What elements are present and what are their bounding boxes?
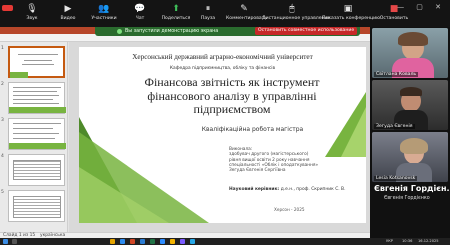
window-controls[interactable]: — ▢ ✕: [397, 3, 446, 11]
slide-thumbnail[interactable]: [8, 118, 66, 150]
slide-green-decoration: [79, 92, 366, 223]
chat-icon: 💬: [134, 4, 146, 14]
powerpoint-icon[interactable]: [130, 239, 135, 244]
sharing-indicator-icon: [117, 29, 122, 34]
zoom-icon[interactable]: [160, 239, 165, 244]
remote-control-icon: 🖱: [289, 4, 295, 14]
word-icon[interactable]: [140, 239, 145, 244]
slide-thumbnail[interactable]: [8, 46, 65, 78]
remote-control-button[interactable]: 🖱 Дистанционное управление: [262, 3, 330, 25]
share-icon: ⬆: [172, 4, 180, 14]
city-year: Херсон - 2025: [274, 207, 305, 212]
supervisor-line: Науковий керівник: д.е.н., проф. Скрипни…: [229, 187, 364, 192]
show-meeting-icon: ▣: [343, 4, 353, 14]
clock-time[interactable]: 10:36: [402, 238, 412, 245]
slide-thumbnail[interactable]: [8, 82, 66, 114]
participant-name: Світлана Коваль: [374, 72, 419, 77]
clock-date[interactable]: 16.12.2025: [418, 238, 439, 245]
participant-name: Lesia Kotsanovsk: [374, 176, 418, 181]
supervisor-value: д.е.н., проф. Скрипник С. В.: [280, 187, 346, 192]
slide-title: Фінансова звітність як інструмент фінанс…: [144, 75, 320, 116]
department-name: Кафедра підприємництва, обліку та фінанс…: [169, 66, 276, 71]
telegram-icon[interactable]: [190, 239, 195, 244]
participant-name: Зегуда Євгенія: [374, 124, 415, 129]
keyboard-language[interactable]: УКР: [386, 238, 393, 245]
annotate-icon: ✎: [240, 4, 248, 14]
performer-line: Зегуда Євгенія Сергіївна: [229, 168, 286, 174]
zoom-screen-share-window: 🎙 Звук ▶ Видео 👥 Участники 💬 Чат ⬆ Подел…: [0, 0, 450, 245]
performer-block: Виконала: здобувач другого (магістерсько…: [229, 147, 359, 173]
viber-icon[interactable]: [180, 239, 185, 244]
slide-editor[interactable]: Херсонський державний аграрно-економічни…: [69, 42, 370, 232]
excel-icon[interactable]: [150, 239, 155, 244]
video-button[interactable]: ▶ Видео: [50, 3, 86, 25]
supervisor-label: Науковий керівник:: [229, 187, 280, 192]
thumbnail-number: 4: [1, 154, 4, 159]
show-meeting-button[interactable]: ▣ Показать конференцию: [322, 3, 380, 25]
thumbnail-number: 1: [1, 46, 4, 51]
slide-thumbnail[interactable]: [8, 154, 65, 186]
windows-taskbar: УКР 10:36 16.12.2025: [0, 238, 450, 245]
active-speaker-name: Євгенія Гордієн...: [374, 184, 450, 193]
participant-video[interactable]: Lesia Kotsanovsk: [372, 132, 448, 182]
active-speaker-label: Євгенія Гордієнко: [384, 196, 430, 201]
stop-sharing-button[interactable]: Остановить совместное использование: [255, 27, 358, 35]
participant-video[interactable]: Світлана Коваль: [372, 28, 448, 78]
slide-subtitle: Кваліфікаційна робота магістра: [201, 126, 304, 133]
slide-thumbnail[interactable]: [8, 190, 65, 222]
zoom-toolbar: 🎙 Звук ▶ Видео 👥 Участники 💬 Чат ⬆ Подел…: [0, 0, 450, 27]
pause-icon: ⏸: [205, 4, 211, 14]
start-icon[interactable]: [3, 239, 8, 244]
participants-icon: 👥: [98, 4, 110, 14]
participant-video[interactable]: Зегуда Євгенія: [372, 80, 448, 130]
thumbnail-number: 2: [1, 82, 4, 87]
recording-icon: [2, 5, 13, 11]
share-banner: Вы запустили демонстрацию экрана Останов…: [95, 27, 360, 36]
thumbnail-number: 3: [1, 118, 4, 123]
participants-button[interactable]: 👥 Участники: [86, 3, 122, 25]
search-icon[interactable]: [12, 239, 17, 244]
annotate-button[interactable]: ✎ Комментировать: [226, 3, 267, 25]
title-slide[interactable]: Херсонський державний аграрно-економічни…: [79, 47, 366, 223]
edge-icon[interactable]: [120, 239, 125, 244]
chrome-icon[interactable]: [170, 239, 175, 244]
thumbnail-number: 5: [1, 190, 4, 195]
university-name: Херсонський державний аграрно-економічни…: [132, 53, 313, 61]
slide-thumbnails-pane[interactable]: 1 2 3 4 5: [0, 42, 68, 232]
audio-button[interactable]: 🎙 Звук: [14, 3, 50, 25]
powerpoint-window: 1 2 3 4 5 Херсонський державний аграрно-…: [0, 27, 370, 238]
chat-button[interactable]: 💬 Чат: [122, 3, 158, 25]
explorer-icon[interactable]: [110, 239, 115, 244]
video-gallery: Світлана Коваль Зегуда Євгенія Lesia Kot…: [370, 27, 450, 238]
sharing-status-text: Вы запустили демонстрацию экрана: [125, 29, 219, 34]
pause-button[interactable]: ⏸ Пауза: [190, 3, 226, 25]
video-icon: ▶: [64, 4, 72, 14]
share-button[interactable]: ⬆ Поделиться: [158, 3, 194, 25]
mic-icon: 🎙: [26, 4, 38, 14]
